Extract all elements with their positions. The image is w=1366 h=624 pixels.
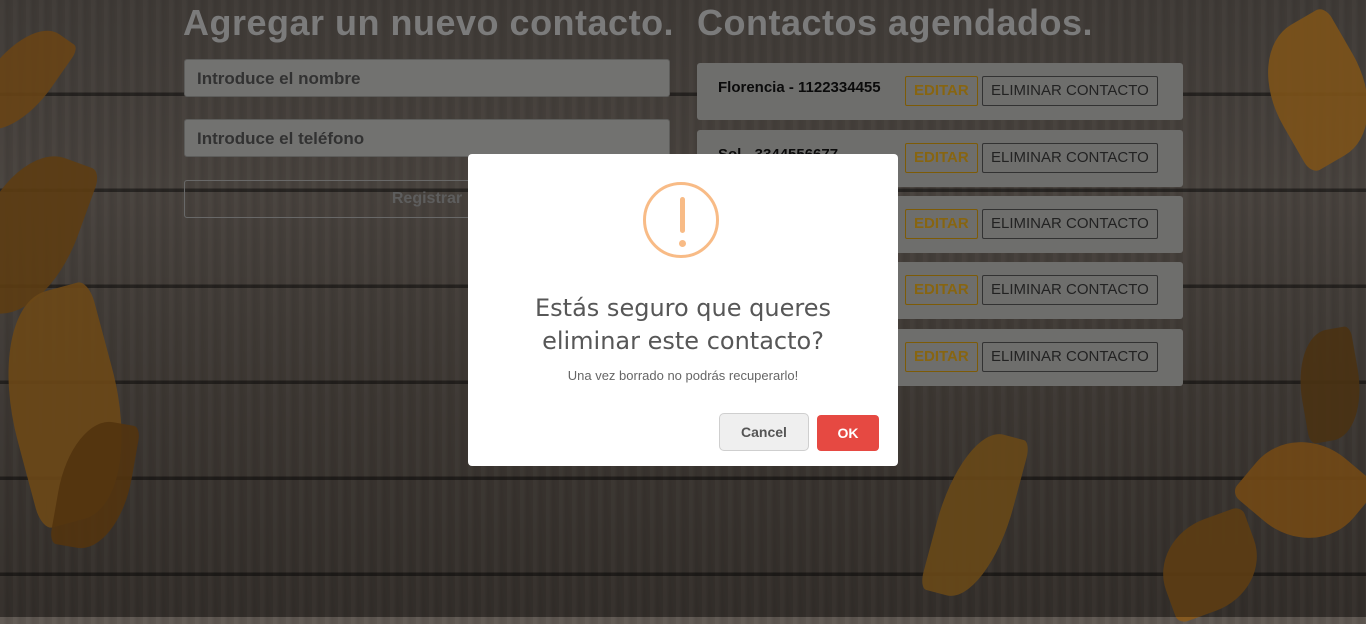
confirm-delete-modal: Estás seguro que queres eliminar este co… — [468, 154, 898, 466]
warning-icon — [643, 182, 719, 258]
modal-text: Una vez borrado no podrás recuperarlo! — [567, 368, 799, 383]
modal-title: Estás seguro que queres eliminar este co… — [535, 294, 831, 355]
cancel-button[interactable]: Cancel — [719, 413, 809, 451]
ok-button[interactable]: OK — [817, 415, 879, 451]
